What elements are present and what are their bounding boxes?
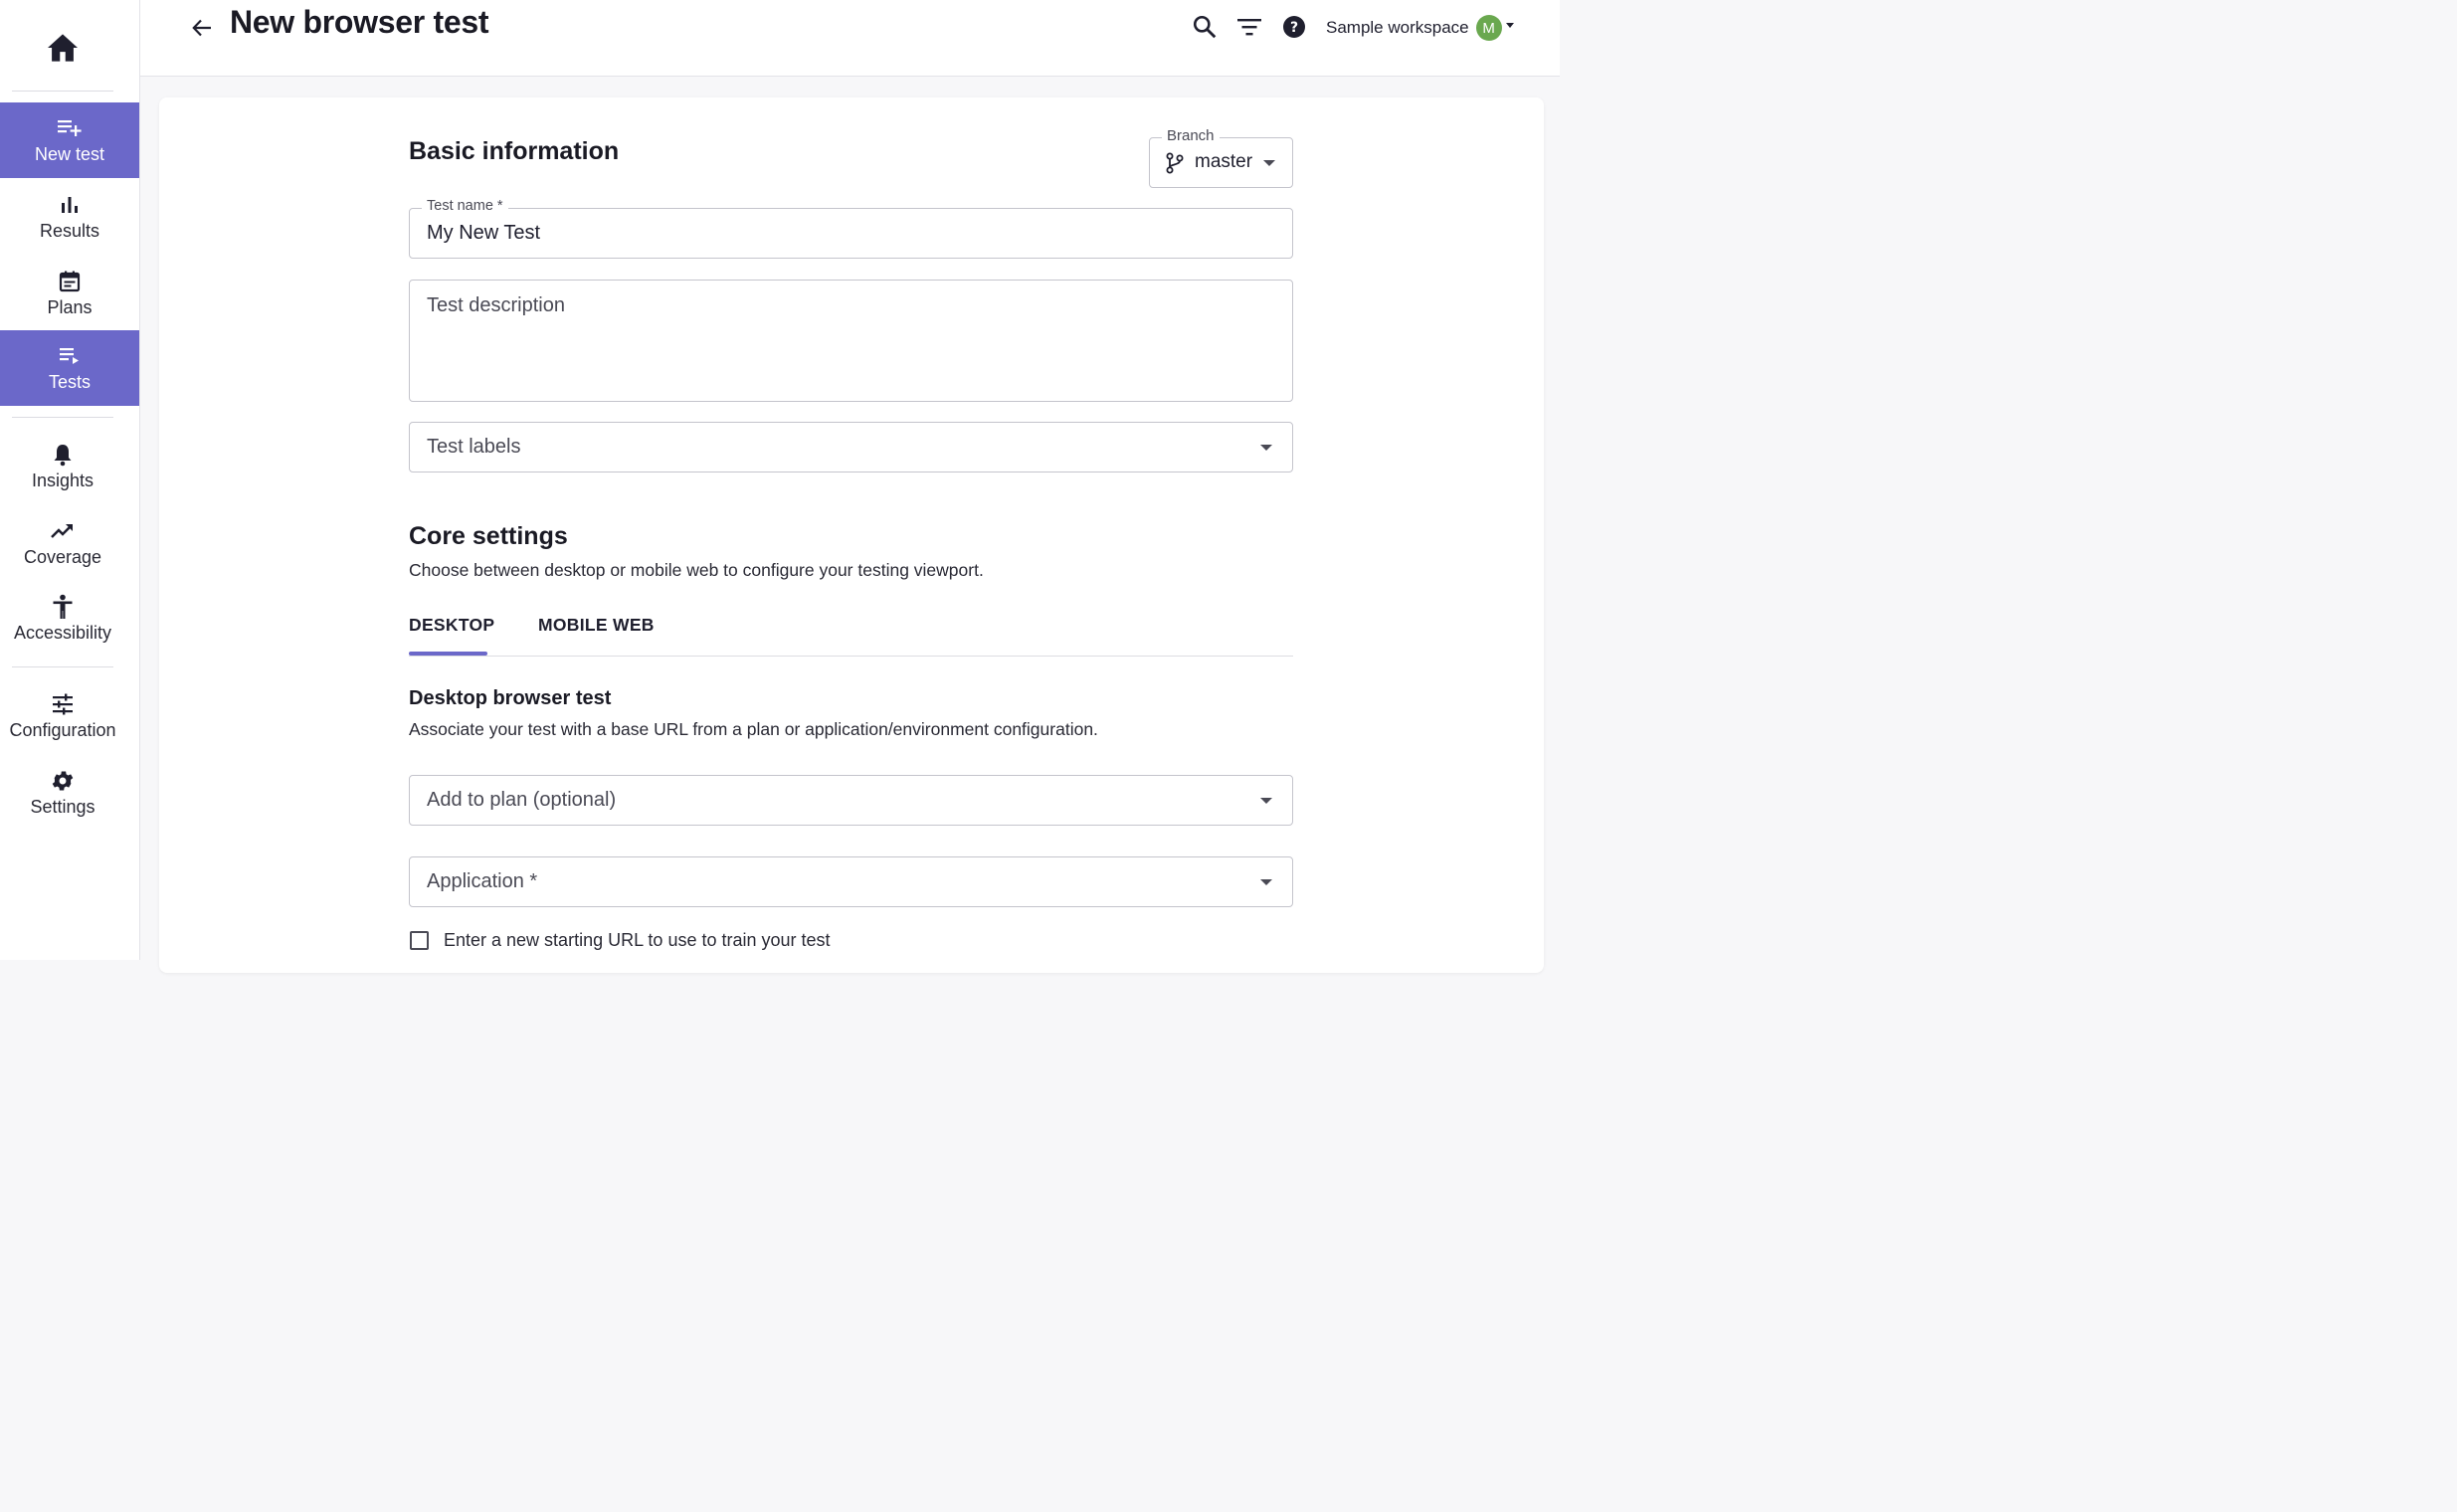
sidebar-item-insights[interactable]: Insights bbox=[0, 429, 125, 504]
sidebar-item-tests[interactable]: Tests bbox=[0, 330, 139, 406]
avatar: M bbox=[1475, 15, 1502, 41]
sidebar-item-results[interactable]: Results bbox=[0, 179, 139, 255]
new-starting-url-checkbox[interactable] bbox=[410, 931, 429, 950]
home-icon bbox=[48, 34, 78, 62]
branch-icon bbox=[1166, 152, 1184, 179]
workspace-name: Sample workspace bbox=[1326, 18, 1469, 37]
sidebar-item-label: Plans bbox=[47, 297, 93, 317]
tune-icon bbox=[50, 691, 76, 717]
tabs-divider bbox=[409, 656, 1293, 657]
help-icon: ? bbox=[1283, 16, 1305, 38]
tab-mobile-web[interactable]: MOBILE WEB bbox=[538, 615, 655, 636]
test-name-value: My New Test bbox=[427, 222, 541, 244]
chevron-down-icon bbox=[1263, 160, 1275, 166]
sidebar-item-label: Accessibility bbox=[13, 623, 112, 643]
sidebar-divider bbox=[12, 666, 113, 667]
bell-icon bbox=[50, 442, 76, 468]
chevron-down-icon bbox=[1260, 798, 1272, 804]
sidebar-item-label: Coverage bbox=[23, 547, 102, 567]
search-icon bbox=[1193, 15, 1217, 39]
branch-value: master bbox=[1195, 151, 1253, 172]
filter-button[interactable] bbox=[1234, 12, 1264, 42]
trending-up-icon bbox=[50, 518, 76, 544]
core-settings-description: Choose between desktop or mobile web to … bbox=[409, 560, 984, 580]
test-description-field[interactable]: Test description bbox=[409, 280, 1293, 402]
caret-down-icon bbox=[1505, 22, 1514, 28]
sidebar: New test Results Plans Tests Insights Co… bbox=[0, 0, 140, 960]
search-button[interactable] bbox=[1190, 12, 1220, 42]
sidebar-item-label: Results bbox=[39, 221, 100, 241]
sidebar-item-accessibility[interactable]: Accessibility bbox=[0, 581, 125, 657]
calendar-icon bbox=[57, 269, 83, 294]
sidebar-item-label: Settings bbox=[30, 797, 95, 817]
tab-desktop[interactable]: DESKTOP bbox=[409, 615, 494, 636]
bar-chart-icon bbox=[57, 192, 83, 218]
sidebar-item-configuration[interactable]: Configuration bbox=[0, 678, 125, 754]
application-placeholder: Application * bbox=[427, 870, 538, 892]
add-to-plan-placeholder: Add to plan (optional) bbox=[427, 789, 617, 811]
test-labels-select[interactable]: Test labels bbox=[409, 422, 1293, 472]
core-settings-title: Core settings bbox=[409, 522, 568, 550]
branch-select[interactable]: Branch master bbox=[1149, 127, 1293, 188]
sidebar-item-settings[interactable]: Settings bbox=[0, 755, 125, 831]
sidebar-item-coverage[interactable]: Coverage bbox=[0, 505, 125, 581]
help-button[interactable]: ? bbox=[1279, 12, 1309, 42]
sidebar-item-label: New test bbox=[34, 144, 105, 164]
workspace-switcher[interactable]: Sample workspace M bbox=[1326, 14, 1514, 42]
back-button[interactable] bbox=[188, 14, 216, 42]
test-name-label: Test name * bbox=[422, 198, 508, 214]
sidebar-divider bbox=[12, 417, 113, 418]
test-description-placeholder: Test description bbox=[427, 294, 565, 316]
sidebar-divider bbox=[12, 91, 113, 92]
chevron-down-icon bbox=[1260, 879, 1272, 885]
svg-text:?: ? bbox=[1290, 20, 1298, 36]
tab-indicator bbox=[409, 652, 487, 656]
sidebar-item-label: Configuration bbox=[9, 720, 116, 740]
playlist-add-icon bbox=[57, 115, 83, 141]
home-button[interactable] bbox=[0, 22, 125, 74]
test-name-field[interactable]: Test name * My New Test bbox=[409, 198, 1293, 259]
sidebar-item-label: Insights bbox=[31, 471, 94, 490]
test-labels-placeholder: Test labels bbox=[427, 436, 521, 458]
top-header: New browser test ? Sample workspace M bbox=[140, 0, 1560, 77]
page-title: New browser test bbox=[230, 4, 489, 40]
desktop-test-description: Associate your test with a base URL from… bbox=[409, 719, 1098, 739]
chevron-down-icon bbox=[1260, 445, 1272, 451]
sidebar-item-plans[interactable]: Plans bbox=[0, 256, 139, 331]
basic-information-title: Basic information bbox=[409, 137, 620, 165]
desktop-test-title: Desktop browser test bbox=[409, 687, 612, 709]
add-to-plan-select[interactable]: Add to plan (optional) bbox=[409, 775, 1293, 826]
playlist-play-icon bbox=[57, 343, 83, 369]
branch-label: Branch bbox=[1162, 127, 1220, 144]
application-select[interactable]: Application * bbox=[409, 856, 1293, 907]
filter-icon bbox=[1237, 19, 1261, 36]
accessibility-icon bbox=[50, 594, 76, 620]
arrow-back-icon bbox=[192, 19, 211, 37]
new-starting-url-label: Enter a new starting URL to use to train… bbox=[444, 930, 831, 950]
gear-icon bbox=[50, 768, 76, 794]
sidebar-item-label: Tests bbox=[48, 372, 91, 392]
sidebar-item-new-test[interactable]: New test bbox=[0, 102, 139, 178]
